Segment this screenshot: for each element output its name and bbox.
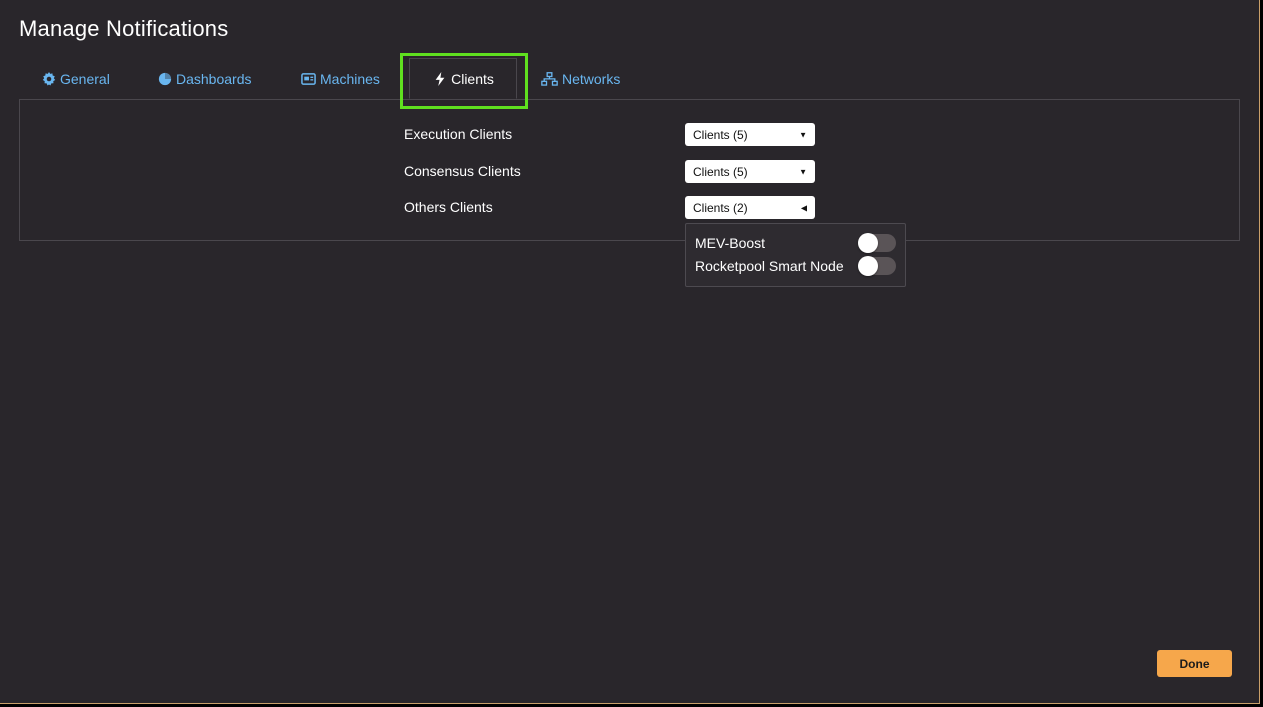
- consensus-clients-select[interactable]: Clients (5) ▼: [685, 160, 815, 183]
- tab-general-label: General: [60, 70, 110, 87]
- dropdown-item-rocketpool-smart-node: Rocketpool Smart Node: [695, 256, 896, 276]
- toggle-knob: [858, 256, 878, 276]
- dialog-title: Manage Notifications: [19, 16, 229, 41]
- caret-down-icon: ▼: [799, 167, 807, 176]
- tab-clients-label: Clients: [451, 70, 494, 87]
- others-clients-select[interactable]: Clients (2) ◀: [685, 196, 815, 219]
- caret-left-icon: ◀: [800, 203, 807, 212]
- tab-general[interactable]: General: [41, 58, 110, 99]
- mev-boost-toggle[interactable]: [858, 233, 896, 253]
- manage-notifications-dialog: Manage Notifications General Dashboards: [0, 0, 1260, 704]
- pie-chart-icon: [157, 71, 172, 86]
- caret-down-icon: ▼: [799, 130, 807, 139]
- lightning-bolt-icon: [432, 71, 447, 86]
- tab-machines-label: Machines: [320, 70, 380, 87]
- tab-machines[interactable]: Machines: [301, 58, 380, 99]
- tab-dashboards-label: Dashboards: [176, 70, 252, 87]
- done-button[interactable]: Done: [1157, 650, 1232, 677]
- others-clients-select-value: Clients (2): [693, 200, 748, 215]
- consensus-clients-select-value: Clients (5): [693, 164, 748, 179]
- rocketpool-smart-node-toggle[interactable]: [858, 256, 896, 276]
- clients-panel: [19, 99, 1240, 241]
- consensus-clients-label: Consensus Clients: [404, 163, 521, 179]
- dropdown-item-mev-boost: MEV-Boost: [695, 233, 896, 253]
- mev-boost-label: MEV-Boost: [695, 235, 766, 251]
- tab-dashboards[interactable]: Dashboards: [157, 58, 252, 99]
- monitor-icon: [301, 71, 316, 86]
- gear-icon: [41, 71, 56, 86]
- tab-networks-label: Networks: [562, 70, 621, 87]
- others-clients-dropdown: MEV-Boost Rocketpool Smart Node: [685, 223, 906, 287]
- tab-networks[interactable]: Networks: [540, 58, 620, 99]
- execution-clients-select-value: Clients (5): [693, 127, 748, 142]
- rocketpool-smart-node-label: Rocketpool Smart Node: [695, 258, 844, 274]
- network-icon: [540, 71, 558, 86]
- others-clients-label: Others Clients: [404, 199, 493, 215]
- execution-clients-label: Execution Clients: [404, 126, 513, 142]
- tab-clients[interactable]: Clients: [409, 58, 517, 99]
- execution-clients-select[interactable]: Clients (5) ▼: [685, 123, 815, 146]
- toggle-knob: [858, 233, 878, 253]
